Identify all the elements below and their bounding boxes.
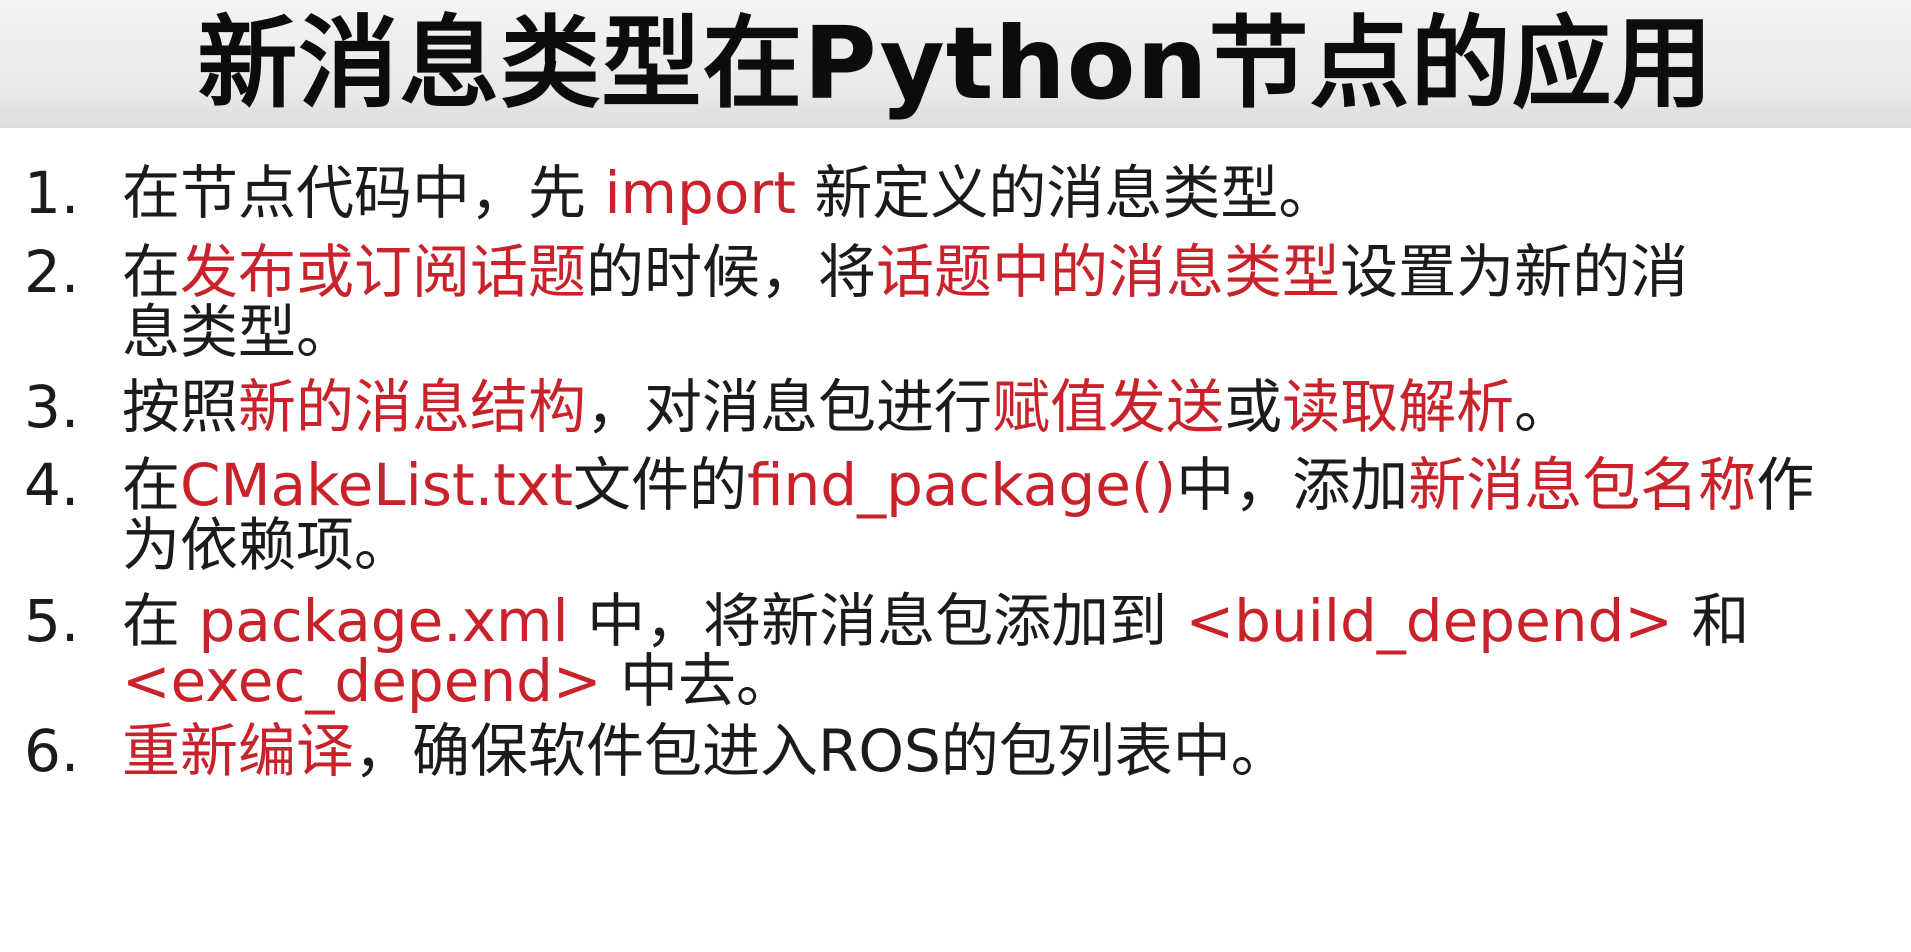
item-highlight: 读取解析 xyxy=(1282,373,1515,441)
item-highlight: import xyxy=(604,159,796,227)
item-highlight: find_package() xyxy=(746,451,1177,519)
item-text: ，对消息包进行 xyxy=(586,373,993,441)
item-text-line: 重新编译，确保软件包进入ROS的包列表中。 xyxy=(122,716,1289,786)
item-text: 为依赖项。 xyxy=(122,511,413,579)
item-text: 中，添加 xyxy=(1176,451,1409,519)
item-number: 1. xyxy=(24,159,80,227)
item-text: 中去。 xyxy=(601,647,794,715)
item-highlight: <build_depend> xyxy=(1185,587,1673,655)
item-text: ，确保软件包进入ROS的包列表中。 xyxy=(354,717,1289,785)
item-number: 4. xyxy=(24,451,80,519)
item-text-line: 在节点代码中，先 import 新定义的消息类型。 xyxy=(122,158,1336,228)
item-text: 按照 xyxy=(122,373,239,441)
item-text: 文件的 xyxy=(572,451,747,519)
item-text-line: 按照新的消息结构，对消息包进行赋值发送或读取解析。 xyxy=(122,372,1572,442)
item-highlight: <exec_depend> xyxy=(122,647,602,715)
item-text-line: 在发布或订阅话题的时候，将话题中的消息类型设置为新的消 xyxy=(122,237,1688,307)
item-text: 在 xyxy=(122,587,199,655)
item-text: 或 xyxy=(1224,373,1283,441)
numbered-list: 1. 在节点代码中，先 import 新定义的消息类型。 2. 在发布或订阅话题… xyxy=(0,0,1911,952)
item-text: 。 xyxy=(1514,373,1573,441)
item-text: 在节点代码中，先 xyxy=(122,159,605,227)
item-highlight: package.xml xyxy=(198,587,569,655)
item-highlight: 赋值发送 xyxy=(992,373,1225,441)
item-number: 2. xyxy=(24,238,80,306)
item-text-line: 息类型。 xyxy=(122,297,354,367)
item-number: 3. xyxy=(24,373,80,441)
item-text: 在 xyxy=(122,451,181,519)
item-text: 息类型。 xyxy=(122,298,355,366)
item-text: 作 xyxy=(1756,451,1815,519)
item-number: 6. xyxy=(24,717,80,785)
item-text: 和 xyxy=(1672,587,1750,655)
item-text: 设置为新的消 xyxy=(1340,238,1689,306)
item-number: 5. xyxy=(24,587,80,655)
item-text-line: 为依赖项。 xyxy=(122,510,412,580)
item-text: 中，将新消息包添加到 xyxy=(568,587,1186,655)
item-text: 的时候，将 xyxy=(586,238,877,306)
item-highlight: 发布或订阅话题 xyxy=(180,238,587,306)
item-highlight: 重新编译 xyxy=(122,717,355,785)
item-highlight: 新消息包名称 xyxy=(1408,451,1757,519)
item-text: 新定义的消息类型。 xyxy=(795,159,1337,227)
item-highlight: 话题中的消息类型 xyxy=(876,238,1341,306)
item-text-line: <exec_depend> 中去。 xyxy=(122,646,794,716)
item-highlight: CMakeList.txt xyxy=(180,451,573,519)
item-highlight: 新的消息结构 xyxy=(238,373,587,441)
item-text: 在 xyxy=(122,238,181,306)
